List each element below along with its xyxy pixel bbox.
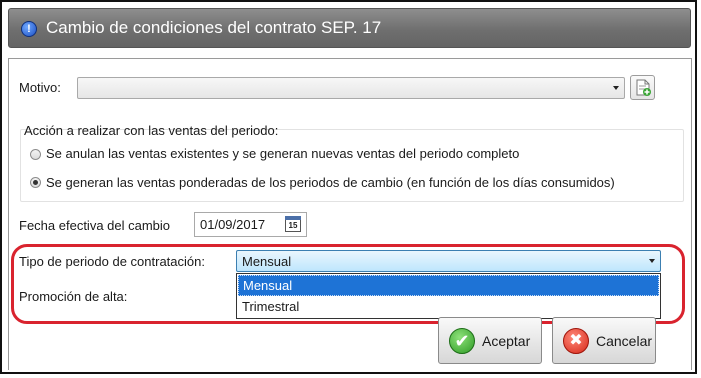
tipo-periodo-label: Tipo de periodo de contratación: [19,254,205,269]
cancelar-button[interactable]: ✖ Cancelar [552,317,656,364]
title-bar: ! Cambio de condiciones del contrato SEP… [8,8,691,48]
close-icon: ✖ [563,328,589,354]
accion-group [20,129,684,202]
fecha-label: Fecha efectiva del cambio [19,218,171,233]
check-icon: ✔ [449,328,475,354]
tipo-periodo-value: Mensual [242,254,292,269]
calendar-day: 15 [288,221,298,230]
chevron-down-icon [613,86,619,90]
dropdown-option-mensual[interactable]: Mensual [238,275,659,296]
dropdown-option-trimestral[interactable]: Trimestral [238,297,659,318]
add-document-button[interactable] [630,75,655,100]
accion-label: Acción a realizar con las ventas del per… [24,123,279,138]
cancelar-label: Cancelar [596,333,653,349]
document-add-icon [636,79,651,96]
fecha-value: 01/09/2017 [200,217,266,232]
radio-ventas-ponderadas-label[interactable]: Se generan las ventas ponderadas de los … [46,175,615,190]
radio-anular-ventas[interactable] [30,149,41,160]
radio-anular-ventas-label[interactable]: Se anulan las ventas existentes y se gen… [46,146,519,161]
motivo-label: Motivo: [19,80,61,95]
chevron-down-icon [649,259,655,263]
fecha-date-picker[interactable]: 01/09/2017 15 [194,212,307,237]
promocion-label: Promoción de alta: [19,289,128,304]
dialog-title: Cambio de condiciones del contrato SEP. … [46,18,382,37]
info-icon: ! [21,21,37,37]
tipo-periodo-combobox[interactable]: Mensual [236,250,661,272]
tipo-periodo-dropdown: Mensual Trimestral [236,273,661,319]
radio-ventas-ponderadas[interactable] [30,177,41,188]
aceptar-button[interactable]: ✔ Aceptar [438,317,542,364]
calendar-icon[interactable]: 15 [285,216,301,232]
aceptar-label: Aceptar [482,333,531,349]
motivo-combobox[interactable] [77,77,625,99]
